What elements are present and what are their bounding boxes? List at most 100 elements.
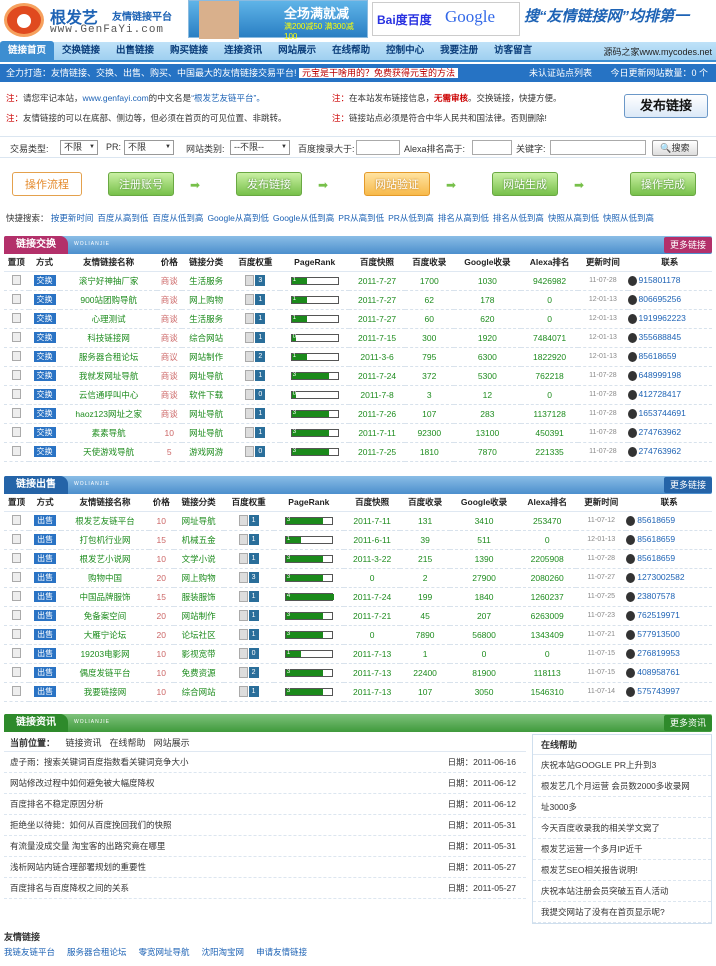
site-name-link[interactable]: 大雁宁论坛 xyxy=(61,625,149,645)
category-link[interactable]: 论坛社区 xyxy=(173,625,224,645)
site-name-link[interactable]: 偶度发链平台 xyxy=(61,663,149,683)
news-item[interactable]: 百度排名不稳定原因分析 日期：2011-06-12 xyxy=(4,794,526,815)
mode-badge[interactable]: 出售 xyxy=(34,553,57,564)
flow-step-publish[interactable]: 发布链接 xyxy=(236,172,302,196)
help-item[interactable]: 根发艺SEO相关报告说明! xyxy=(533,860,711,881)
mode-badge[interactable]: 交换 xyxy=(33,370,56,381)
site-name-link[interactable]: 素素导航 xyxy=(60,423,157,443)
nav-item-6[interactable]: 在线帮助 xyxy=(324,41,378,61)
nav-item-9[interactable]: 访客留言 xyxy=(486,41,540,61)
category-link[interactable]: 免费资源 xyxy=(173,663,224,683)
category-link[interactable]: 网站制作 xyxy=(173,606,224,626)
table-row[interactable]: 交换 科技链接网 商谈 综合网站 1 0 2011-7-15 300 1920 7484071 12… xyxy=(4,328,712,348)
category-link[interactable]: 影视宽带 xyxy=(173,644,224,664)
site-name-link[interactable]: 滚宁好神抽厂家 xyxy=(60,271,157,291)
site-name-link[interactable]: 根发艺友链平台 xyxy=(61,511,149,531)
category-link[interactable]: 网址导航 xyxy=(173,511,224,531)
contact-cell[interactable]: 274763962 xyxy=(627,423,712,443)
table-row[interactable]: 出售 根发艺小说网 10 文学小说 1 3 2011-3-22 215 1390 2205908 1… xyxy=(4,549,712,569)
category-link[interactable]: 网上购物 xyxy=(173,568,224,588)
news-title[interactable]: 百度排名不稳定原因分析 xyxy=(10,799,104,809)
table-row[interactable]: 出售 免备案空间 20 网站制作 1 3 2011-7-21 45 207 6263009 11-0… xyxy=(4,606,712,626)
mode-badge[interactable]: 交换 xyxy=(33,427,56,438)
friend-link[interactable]: 沈阳淘宝网 xyxy=(202,947,245,957)
contact-cell[interactable]: 806695256 xyxy=(627,290,712,310)
mode-badge[interactable]: 出售 xyxy=(34,686,57,697)
friend-link[interactable]: 我链友链平台 xyxy=(4,947,55,957)
contact-cell[interactable]: 1919962223 xyxy=(627,309,712,329)
publish-link-button[interactable]: 发布链接 xyxy=(624,94,708,118)
alexa-input[interactable] xyxy=(472,140,512,155)
logo-icon[interactable] xyxy=(4,3,44,37)
contact-cell[interactable]: 276819953 xyxy=(626,644,712,664)
mode-badge[interactable]: 出售 xyxy=(34,515,57,526)
nav-item-0[interactable]: 链接首页 xyxy=(0,41,55,61)
search-engine-ad[interactable]: Bai度百度 Google xyxy=(372,2,520,36)
unverified-list-link[interactable]: 未认证站点列表 xyxy=(529,64,592,82)
quick-search-link[interactable]: 排名从低到高 xyxy=(493,213,544,223)
news-item[interactable]: 拒绝坐以待毙：如何从百度挽回我们的快照 日期：2011-05-31 xyxy=(4,815,526,836)
quick-search-link[interactable]: 百度从低到高 xyxy=(152,213,203,223)
mode-badge[interactable]: 出售 xyxy=(34,629,57,640)
breadcrumb-link[interactable]: 链接资讯 xyxy=(66,738,102,748)
contact-cell[interactable]: 1273002582 xyxy=(626,568,712,588)
category-link[interactable]: 软件下载 xyxy=(181,385,231,405)
site-name-link[interactable]: 中国品牌服饰 xyxy=(61,587,149,607)
category-link[interactable]: 网址导航 xyxy=(181,404,231,424)
contact-cell[interactable]: 1653744691 xyxy=(627,404,712,424)
mode-badge[interactable]: 交换 xyxy=(33,294,56,305)
news-title[interactable]: 有流量没成交量 淘宝客的出路究竟在哪里 xyxy=(10,841,165,851)
site-name-link[interactable]: 我要链接网 xyxy=(61,682,149,702)
friend-link[interactable]: 服务器合租论坛 xyxy=(67,947,127,957)
table-row[interactable]: 出售 中国品牌服饰 15 服装服饰 1 4 2011-7-24 199 1840 1260237 1… xyxy=(4,587,712,607)
site-name-link[interactable]: 打包机行业网 xyxy=(61,530,149,550)
quick-search-link[interactable]: Google从低到高 xyxy=(273,213,334,223)
category-link[interactable]: 网址导航 xyxy=(181,423,231,443)
table-row[interactable]: 出售 大雁宁论坛 20 论坛社区 1 3 0 7890 56800 1343409 11-07-21… xyxy=(4,625,712,645)
breadcrumb-link[interactable]: 网站展示 xyxy=(154,738,190,748)
table-row[interactable]: 交换 haoz123网址之家 商谈 网址导航 1 3 2011-7-26 107 283 1137… xyxy=(4,404,712,424)
quick-search-link[interactable]: 按更新时间 xyxy=(51,213,94,223)
contact-cell[interactable]: 577913500 xyxy=(626,625,712,645)
site-name-link[interactable]: 心理测试 xyxy=(60,309,157,329)
contact-cell[interactable]: 762519971 xyxy=(626,606,712,626)
contact-cell[interactable]: 85618659 xyxy=(626,511,712,531)
nav-item-7[interactable]: 控制中心 xyxy=(378,41,432,61)
flow-step-register[interactable]: 注册账号 xyxy=(108,172,174,196)
table-row[interactable]: 交换 天使游戏导航 5 游戏网游 0 3 2011-7-25 1810 7870 221335 11… xyxy=(4,442,712,462)
category-link[interactable]: 综合网站 xyxy=(181,328,231,348)
contact-cell[interactable]: 85618659 xyxy=(626,530,712,550)
nav-item-1[interactable]: 交换链接 xyxy=(54,41,108,61)
site-name-link[interactable]: 免备案空间 xyxy=(61,606,149,626)
category-link[interactable]: 文学小说 xyxy=(173,549,224,569)
sale-more-link[interactable]: 更多链接 xyxy=(663,477,712,493)
help-item[interactable]: 庆祝本站GOOGLE PR上升到3 xyxy=(533,755,711,776)
contact-cell[interactable]: 648999198 xyxy=(627,366,712,386)
news-item[interactable]: 有流量没成交量 淘宝客的出路究竟在哪里 日期：2011-05-31 xyxy=(4,836,526,857)
breadcrumb-link[interactable]: 在线帮助 xyxy=(110,738,146,748)
table-row[interactable]: 出售 偶度发链平台 10 免费资源 2 3 2011-7-13 22400 81900 11811… xyxy=(4,663,712,683)
mode-badge[interactable]: 交换 xyxy=(33,313,56,324)
site-name-link[interactable]: 云信通呼叫中心 xyxy=(60,385,157,405)
mode-badge[interactable]: 交换 xyxy=(33,389,56,400)
table-row[interactable]: 出售 19203电影网 10 影视宽带 0 1 2011-7-13 1 0 0 11-07-15 27… xyxy=(4,644,712,664)
flow-step-done[interactable]: 操作完成 xyxy=(630,172,696,196)
help-item[interactable]: 庆祝本站注册会员突破五百人活动 xyxy=(533,881,711,902)
table-row[interactable]: 交换 滚宁好神抽厂家 商谈 生活服务 3 1 2011-7-27 1700 1030 942698… xyxy=(4,271,712,291)
category-select[interactable]: --不限-- xyxy=(230,140,290,155)
table-row[interactable]: 交换 服务器合租论坛 商议 网站制作 2 1 2011-3-6 795 6300 1822920 1… xyxy=(4,347,712,367)
help-item[interactable]: 我提交网站了没有在首页显示呢? xyxy=(533,902,711,923)
keyword-input[interactable] xyxy=(550,140,646,155)
contact-cell[interactable]: 355688845 xyxy=(627,328,712,348)
news-title[interactable]: 拒绝坐以待毙：如何从百度挽回我们的快照 xyxy=(10,820,172,830)
site-name-link[interactable]: 19203电影网 xyxy=(61,644,149,664)
mode-badge[interactable]: 出售 xyxy=(34,648,57,659)
nav-item-8[interactable]: 我要注册 xyxy=(432,41,486,61)
mode-badge[interactable]: 交换 xyxy=(33,332,56,343)
category-link[interactable]: 生活服务 xyxy=(181,309,231,329)
contact-cell[interactable]: 85618659 xyxy=(626,549,712,569)
mode-badge[interactable]: 交换 xyxy=(33,351,56,362)
mode-badge[interactable]: 出售 xyxy=(34,591,57,602)
help-item[interactable]: 址3000多 xyxy=(533,797,711,818)
quick-search-link[interactable]: Google从高到低 xyxy=(207,213,268,223)
